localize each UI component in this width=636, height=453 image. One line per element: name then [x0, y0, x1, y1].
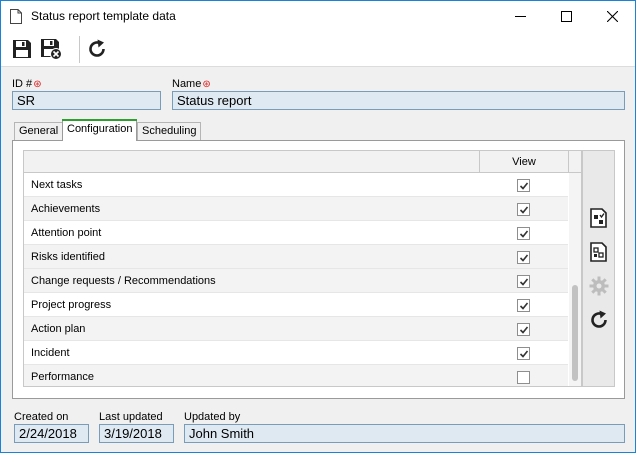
table-row[interactable]: Next tasks	[24, 173, 568, 197]
name-label: Name⊛	[172, 78, 211, 90]
check-icon	[519, 326, 529, 334]
table-row[interactable]: Performance	[24, 365, 568, 386]
view-checkbox[interactable]	[517, 203, 530, 216]
toolbar	[1, 31, 635, 67]
view-column-header[interactable]: View	[480, 156, 568, 168]
refresh-icon	[89, 39, 105, 57]
window-title: Status report template data	[31, 9, 176, 23]
table-row[interactable]: Incident	[24, 341, 568, 365]
configuration-grid: View Next tasks Achievements Attention p…	[23, 150, 582, 387]
grid-side-toolbar	[582, 150, 615, 387]
scrollbar-thumb[interactable]	[572, 285, 578, 381]
updated-by-label: Updated by	[184, 411, 241, 423]
last-updated-field[interactable]: 3/19/2018	[99, 424, 174, 443]
row-label: Attention point	[31, 227, 102, 239]
view-checkbox[interactable]	[517, 347, 530, 360]
created-on-field[interactable]: 2/24/2018	[14, 424, 89, 443]
maximize-button[interactable]	[543, 1, 589, 31]
last-updated-label: Last updated	[99, 411, 163, 423]
view-checkbox[interactable]	[517, 275, 530, 288]
updated-by-field[interactable]: John Smith	[184, 424, 625, 443]
view-checkbox[interactable]	[517, 227, 530, 240]
id-field[interactable]: SR	[12, 91, 161, 110]
refresh-button[interactable]	[85, 37, 109, 61]
view-checkbox[interactable]	[517, 299, 530, 312]
table-row[interactable]: Action plan	[24, 317, 568, 341]
uncheck-all-icon	[590, 242, 607, 262]
check-icon	[519, 230, 529, 238]
check-icon	[519, 254, 529, 262]
tab-scheduling[interactable]: Scheduling	[137, 122, 202, 140]
view-checkbox[interactable]	[517, 251, 530, 264]
close-button[interactable]	[589, 1, 635, 31]
save-and-close-button[interactable]	[39, 37, 63, 61]
row-label: Achievements	[31, 203, 101, 215]
save-button[interactable]	[10, 37, 34, 61]
minimize-button[interactable]	[497, 1, 543, 31]
check-icon	[519, 350, 529, 358]
table-row[interactable]: Attention point	[24, 221, 568, 245]
gear-icon	[589, 276, 609, 296]
row-label: Risks identified	[31, 251, 105, 263]
save-and-close-icon	[41, 39, 62, 60]
grid-header: View	[24, 151, 581, 173]
row-label: Change requests / Recommendations	[31, 275, 216, 287]
view-checkbox[interactable]	[517, 179, 530, 192]
dialog-window: Status report template data ID #⊛ SR Nam…	[0, 0, 636, 453]
required-icon: ⊛	[33, 79, 42, 90]
row-label: Action plan	[31, 323, 86, 335]
check-icon	[519, 182, 529, 190]
grid-refresh-button[interactable]	[588, 309, 610, 331]
table-row[interactable]: Change requests / Recommendations	[24, 269, 568, 293]
tab-general[interactable]: General	[14, 122, 64, 140]
check-all-icon	[590, 208, 607, 228]
document-icon	[10, 9, 22, 24]
row-label: Performance	[31, 371, 94, 383]
maximize-icon	[560, 10, 572, 22]
view-checkbox[interactable]	[517, 323, 530, 336]
tab-configuration[interactable]: Configuration	[62, 119, 138, 141]
minimize-icon	[514, 15, 526, 17]
table-row[interactable]: Achievements	[24, 197, 568, 221]
settings-button[interactable]	[588, 275, 610, 297]
required-icon: ⊛	[202, 79, 211, 90]
name-field[interactable]: Status report	[172, 91, 625, 110]
close-icon	[606, 10, 618, 22]
id-label: ID #⊛	[12, 78, 42, 90]
check-icon	[519, 278, 529, 286]
check-all-button[interactable]	[588, 207, 610, 229]
title-bar: Status report template data	[1, 1, 635, 31]
check-icon	[519, 302, 529, 310]
view-checkbox[interactable]	[517, 371, 530, 384]
row-label: Project progress	[31, 299, 112, 311]
table-row[interactable]: Project progress	[24, 293, 568, 317]
check-icon	[519, 206, 529, 214]
uncheck-all-button[interactable]	[588, 241, 610, 263]
created-on-label: Created on	[14, 411, 69, 423]
row-label: Incident	[31, 347, 70, 359]
grid-scrollbar[interactable]	[569, 173, 581, 386]
refresh-icon	[591, 310, 607, 328]
row-label: Next tasks	[31, 179, 83, 191]
toolbar-separator	[79, 36, 80, 63]
table-row[interactable]: Risks identified	[24, 245, 568, 269]
save-icon	[13, 40, 31, 58]
